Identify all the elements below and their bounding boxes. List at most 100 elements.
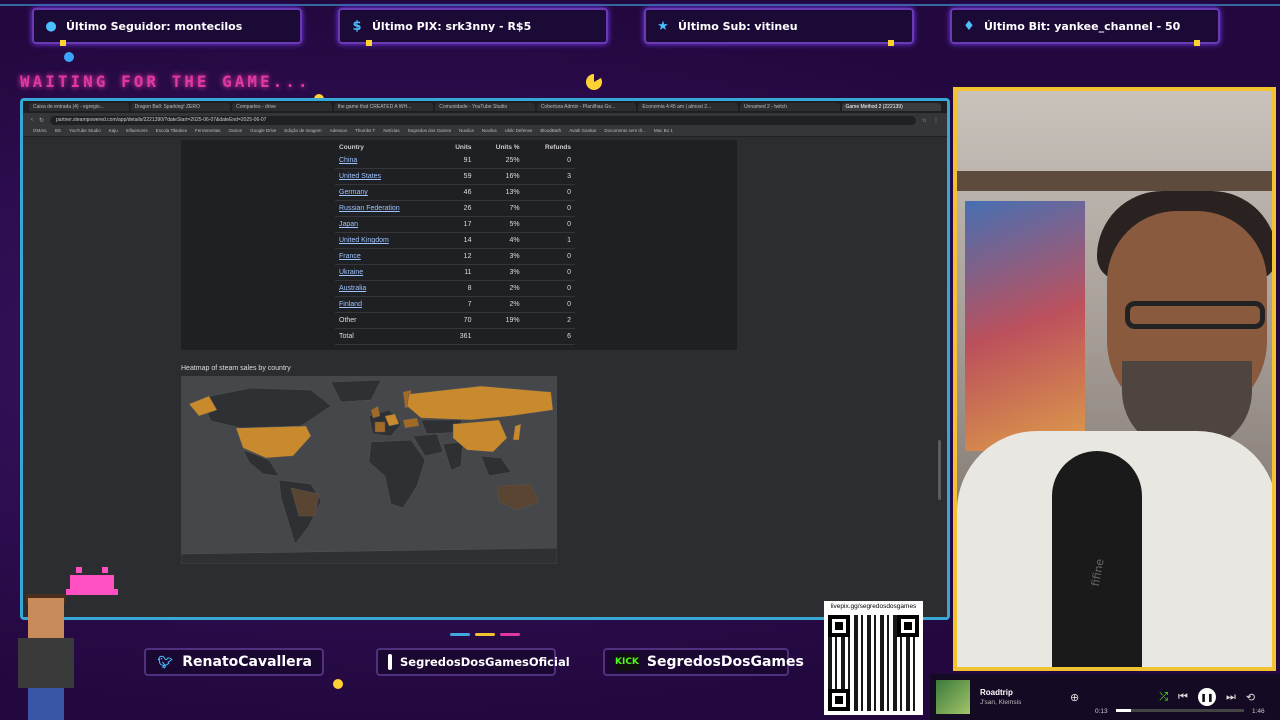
- alert-label: Último Seguidor: montecilos: [66, 19, 243, 33]
- instagram-icon: [388, 654, 392, 670]
- track-meta: Roadtrip J'san, Klemsis: [980, 688, 1060, 706]
- address-input[interactable]: partner.steampowered.com/app/details/222…: [50, 115, 916, 125]
- bookmark-item[interactable]: Segredos dos Games: [408, 128, 452, 135]
- reload-icon[interactable]: ↻: [39, 117, 44, 124]
- browser-tab-active[interactable]: Game Method 2 (222139): [841, 103, 942, 111]
- album-art: [936, 680, 970, 714]
- social-handle: SegredosDosGames: [646, 654, 804, 670]
- cell-pct: 16%: [475, 168, 524, 185]
- cell-units: 12: [438, 248, 476, 265]
- country-link[interactable]: Finland: [339, 301, 362, 308]
- bookmark-item[interactable]: Influencers: [126, 128, 148, 135]
- country-link[interactable]: Ukraine: [339, 269, 363, 276]
- progress-fill: [1116, 709, 1132, 712]
- qr-label: livepix.gg/segredosdosgames: [830, 603, 917, 610]
- dollar-icon: $: [352, 18, 362, 34]
- bookmark-item[interactable]: BloodBath: [540, 128, 561, 135]
- browser-tab[interactable]: Caixa de entrada (4) - egregio...: [29, 103, 129, 111]
- qr-finder: [828, 689, 850, 711]
- bookmark-item[interactable]: Documento sem tít...: [604, 128, 646, 135]
- page-content: Country Units Units % Refunds China 91 25%…: [23, 140, 947, 617]
- cell-extra: 0: [523, 280, 575, 297]
- pause-button[interactable]: ❚❚: [1197, 688, 1216, 706]
- bookmark-item[interactable]: Google Drive: [250, 128, 276, 135]
- country-link[interactable]: Germany: [339, 189, 368, 196]
- table-row: France 12 3% 0: [335, 248, 575, 265]
- add-icon[interactable]: ⊕: [1070, 691, 1079, 704]
- glasses: [1125, 301, 1265, 329]
- poster: [965, 201, 1085, 451]
- shuffle-icon[interactable]: ⤮: [1159, 691, 1168, 704]
- cell-extra: 0: [523, 200, 575, 217]
- social-twitter[interactable]: 🐦︎ RenatoCavallera: [144, 648, 324, 676]
- menu-icon[interactable]: ⋮: [933, 117, 939, 124]
- repeat-icon[interactable]: ⟲: [1246, 691, 1255, 704]
- country-link[interactable]: Australia: [339, 285, 366, 292]
- bookmark-item[interactable]: YouTube Studio: [69, 128, 101, 135]
- next-icon[interactable]: ⏭: [1226, 691, 1236, 704]
- country-link[interactable]: United States: [339, 173, 381, 180]
- cell-extra: 2: [523, 312, 575, 329]
- country-link[interactable]: Russian Federation: [339, 205, 400, 212]
- social-instagram[interactable]: SegredosDosGamesOficial: [376, 648, 570, 676]
- previous-icon[interactable]: ⏮: [1178, 691, 1188, 704]
- bookmark-item[interactable]: Avatk Gankar: [569, 128, 596, 135]
- col-header: Refunds: [545, 144, 571, 151]
- col-header: Country: [339, 144, 364, 151]
- indicator-bar: [500, 633, 520, 636]
- bookmark-item[interactable]: Ferramentas: [195, 128, 221, 135]
- antarctica: [181, 547, 557, 564]
- back-icon[interactable]: ‹: [31, 117, 33, 123]
- country-link[interactable]: China: [339, 157, 357, 164]
- cell-extra: 0: [523, 264, 575, 281]
- browser-tab[interactable]: Unnamed 2 - twitch: [739, 103, 840, 111]
- bookmark-item[interactable]: Kaju: [109, 128, 118, 135]
- cell-pct: 4%: [475, 232, 524, 249]
- bookmark-item[interactable]: Nuvilca: [459, 128, 474, 135]
- progress-bar[interactable]: [1116, 709, 1244, 712]
- russia: [406, 385, 554, 421]
- country-link[interactable]: France: [339, 253, 361, 260]
- bookmark-item[interactable]: Edição de imagem: [284, 128, 321, 135]
- cell-units: 17: [438, 216, 476, 233]
- cell-units: 14: [438, 232, 476, 249]
- social-kick[interactable]: KICK SegredosDosGames: [603, 648, 804, 676]
- cell-extra: 6: [523, 328, 575, 345]
- bookmark-item[interactable]: Notícias: [383, 128, 399, 135]
- bookmark-item[interactable]: BS: [55, 128, 61, 135]
- qr-finder: [828, 615, 850, 637]
- browser-tab[interactable]: Cobertura Admin - Planilhas Go...: [536, 103, 637, 111]
- bookmark-item[interactable]: Adessoo: [330, 128, 348, 135]
- bookmark-item[interactable]: GMAIL: [33, 128, 47, 135]
- country-link[interactable]: Japan: [339, 221, 358, 228]
- table-row: China 91 25% 0: [335, 153, 575, 169]
- bookmark-item[interactable]: Escola Tiktokes: [156, 128, 187, 135]
- music-player: Roadtrip J'san, Klemsis ⊕ ⤮ ⏮ ❚❚ ⏭ ⟲ 0:1…: [930, 674, 1280, 720]
- bookmark-item[interactable]: Ukilc Defense: [505, 128, 533, 135]
- browser-tab[interactable]: Dragon Ball: Sparking! ZERO: [130, 103, 231, 111]
- cell-pct: 25%: [475, 153, 524, 169]
- cell-units: 70: [438, 312, 476, 329]
- browser-tab[interactable]: Compartes - drive: [232, 103, 332, 111]
- bookmark-item[interactable]: Mac Bo 1: [654, 128, 673, 135]
- cell-extra: 0: [523, 296, 575, 313]
- cell-pct: 7%: [475, 200, 524, 217]
- table-row: Total 361 6: [335, 328, 575, 345]
- bookmark-item[interactable]: Nuvilca: [482, 128, 497, 135]
- browser-tab[interactable]: Economia 4:45 am | almost 2...: [638, 103, 738, 111]
- table-row: Japan 17 5% 0: [335, 216, 575, 233]
- scrollbar[interactable]: [938, 440, 941, 500]
- bookmark-item[interactable]: Thumbs T: [355, 128, 375, 135]
- col-header: Units: [455, 144, 472, 151]
- cell-extra: 0: [523, 184, 575, 201]
- browser-tab[interactable]: Comunidade - YouTube Studio: [435, 103, 535, 111]
- bookmark-item[interactable]: Outros: [229, 128, 243, 135]
- browser-tab[interactable]: the game that CREATED A WH...: [333, 103, 434, 111]
- top-neon-line: [0, 4, 1280, 6]
- twitter-icon: 🐦︎: [157, 655, 173, 669]
- blue-dot-icon: [64, 52, 74, 62]
- country-link[interactable]: United Kingdom: [339, 237, 389, 244]
- indicator-bar: [475, 633, 495, 636]
- africa: [368, 439, 426, 509]
- star-icon[interactable]: ☆: [922, 117, 927, 124]
